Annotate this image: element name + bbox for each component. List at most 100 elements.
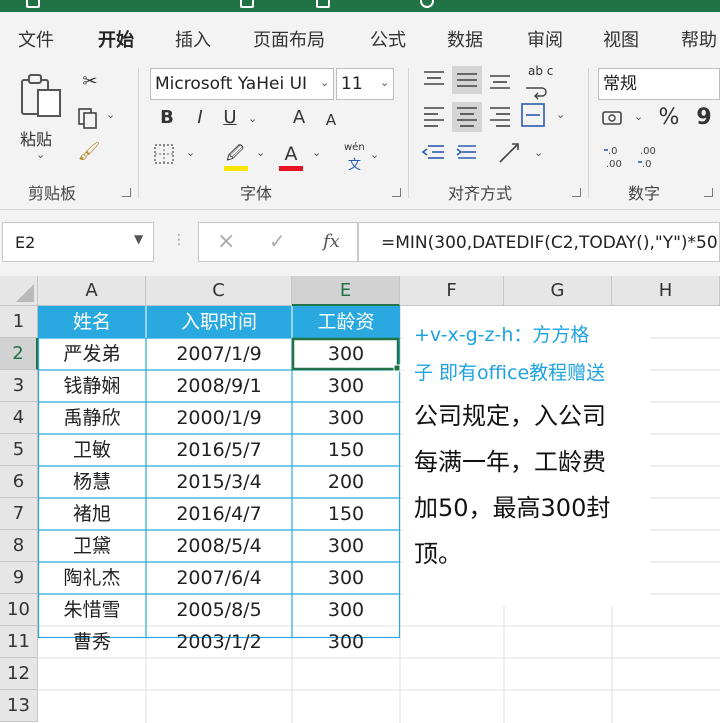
selected-cell-e2[interactable]: 300 (292, 338, 400, 370)
decrease-decimal-icon: .00 .0 (638, 146, 656, 170)
ribbon-tabs: 文件 开始 插入 页面布局 公式 数据 审阅 视图 帮助 (0, 12, 720, 65)
user-icon[interactable] (420, 0, 434, 8)
table-cell[interactable]: 2008/5/4 (146, 530, 292, 562)
font-color-button[interactable]: A ⌄ (278, 142, 326, 172)
tab-formulas[interactable]: 公式 (370, 26, 406, 52)
table-cell[interactable]: 200 (292, 466, 400, 498)
svg-text:.0: .0 (608, 146, 618, 157)
chevron-down-icon[interactable]: ▼ (134, 232, 143, 246)
table-cell[interactable]: 卫敏 (38, 434, 146, 466)
align-bottom-icon (490, 75, 510, 89)
header-cell-name[interactable]: 姓名 (38, 306, 146, 338)
tab-insert[interactable]: 插入 (175, 26, 211, 52)
chevron-down-icon: ⌄ (634, 110, 644, 123)
table-cell[interactable]: 300 (292, 370, 400, 402)
tab-view[interactable]: 视图 (603, 26, 639, 52)
table-cell[interactable]: 300 (292, 562, 400, 594)
table-cell[interactable]: 褚旭 (38, 498, 146, 530)
tab-help[interactable]: 帮助 (681, 26, 717, 52)
cancel-icon[interactable]: × (217, 229, 235, 254)
tab-data[interactable]: 数据 (447, 26, 483, 52)
name-box[interactable]: E2 (2, 222, 154, 262)
fill-color-swatch (224, 166, 248, 171)
font-name-value: Microsoft YaHei UI (155, 74, 308, 94)
table-cell[interactable]: 300 (292, 626, 400, 658)
borders-icon (154, 144, 174, 164)
worksheet-grid[interactable]: A C E F G H 1 2 3 4 5 6 7 8 9 10 11 12 1… (0, 276, 720, 723)
table-cell[interactable]: 2015/3/4 (146, 466, 292, 498)
save-icon[interactable] (26, 0, 40, 8)
table-cell[interactable]: 2016/5/7 (146, 434, 292, 466)
table-cell[interactable]: 2005/8/5 (146, 594, 292, 626)
table-cell[interactable]: 曹秀 (38, 626, 146, 658)
table-cell[interactable]: 朱惜雪 (38, 594, 146, 626)
note-body-line: 加50，最高300封 (414, 494, 611, 522)
tab-page-layout[interactable]: 页面布局 (253, 26, 325, 52)
table-cell[interactable]: 禹静欣 (38, 402, 146, 434)
chevron-down-icon: ⌄ (370, 148, 380, 161)
table-cell[interactable]: 杨慧 (38, 466, 146, 498)
table-cell[interactable]: 300 (292, 594, 400, 626)
table-cell[interactable]: 卫黛 (38, 530, 146, 562)
dialog-launcher-icon[interactable] (122, 188, 131, 197)
align-left-icon (424, 107, 444, 127)
decrease-decimal-button[interactable]: .00 .0 (636, 142, 666, 172)
paste-button[interactable]: 粘贴 ⌄ (16, 70, 66, 161)
tab-file[interactable]: 文件 (18, 26, 54, 52)
table-cell[interactable]: 2000/1/9 (146, 402, 292, 434)
enter-icon[interactable]: ✓ (269, 229, 286, 253)
table-cell[interactable]: 150 (292, 434, 400, 466)
dialog-launcher-icon[interactable] (572, 188, 581, 197)
table-cell[interactable]: 陶礼杰 (38, 562, 146, 594)
svg-text:.00: .00 (606, 159, 622, 170)
table-cell[interactable]: 150 (292, 498, 400, 530)
quick-access-icon[interactable] (316, 0, 330, 8)
table-cell[interactable]: 2003/1/2 (146, 626, 292, 658)
accounting-format-button[interactable]: ⌄ (600, 106, 648, 134)
increase-decimal-button[interactable]: .0 .00 (602, 142, 632, 172)
grow-font-button[interactable]: A (288, 106, 310, 130)
table-cell[interactable]: 钱静娴 (38, 370, 146, 402)
font-name-select[interactable]: Microsoft YaHei UI (150, 68, 334, 100)
header-cell-hire-date[interactable]: 入职时间 (146, 306, 292, 338)
table-cell[interactable]: 300 (292, 402, 400, 434)
percent-button[interactable]: % (656, 106, 682, 130)
tab-home[interactable]: 开始 (98, 26, 134, 52)
chevron-down-icon: ⌄ (248, 112, 258, 125)
shrink-font-button[interactable]: A (320, 108, 342, 132)
table-cell[interactable]: 2008/9/1 (146, 370, 292, 402)
table-cell[interactable]: 严发弟 (38, 338, 146, 370)
increase-indent-icon (456, 145, 476, 159)
note-body-line: 公司规定，入公司 (414, 402, 606, 430)
dialog-launcher-icon[interactable] (704, 188, 713, 197)
chevron-down-icon: ⌄ (256, 146, 266, 159)
quick-access-icon[interactable] (240, 0, 254, 8)
decrease-indent-icon (421, 145, 444, 159)
alignment-group-label: 对齐方式 (448, 184, 513, 203)
note-line-1: +v-x-g-z-h：方方格 (414, 324, 590, 346)
fill-color-button[interactable]: 🖉 ⌄ (222, 142, 270, 172)
cut-icon[interactable]: ✂ (78, 70, 102, 94)
chevron-down-icon: ⌄ (534, 146, 544, 159)
clipboard-icon (21, 74, 61, 117)
copy-button[interactable]: ⌄ (74, 106, 120, 132)
format-painter-icon[interactable]: 🖌 (76, 140, 102, 164)
bold-button[interactable]: B (155, 106, 179, 130)
formula-input[interactable]: =MIN(300,DATEDIF(C2,TODAY(),"Y")*50) (358, 222, 720, 262)
phonetic-pinyin: wén (344, 142, 365, 153)
header-cell-seniority-pay[interactable]: 工龄资 (292, 306, 400, 338)
comma-style-button[interactable]: 9 (694, 106, 714, 130)
borders-button[interactable]: ⌄ (152, 142, 200, 168)
tab-review[interactable]: 审阅 (527, 26, 563, 52)
insert-function-icon[interactable]: fx (323, 231, 340, 252)
dialog-launcher-icon[interactable] (392, 188, 401, 197)
italic-button[interactable]: I (188, 106, 212, 130)
phonetic-button[interactable]: wén 文 ⌄ (342, 142, 380, 174)
table-cell[interactable]: 2016/4/7 (146, 498, 292, 530)
underline-button[interactable]: U (218, 106, 242, 130)
number-format-select[interactable]: 常规 (598, 68, 720, 100)
note-textbox[interactable]: +v-x-g-z-h：方方格 子 即有office教程赠送 公司规定，入公司 每… (404, 306, 650, 606)
table-cell[interactable]: 2007/6/4 (146, 562, 292, 594)
table-cell[interactable]: 300 (292, 530, 400, 562)
table-cell[interactable]: 2007/1/9 (146, 338, 292, 370)
